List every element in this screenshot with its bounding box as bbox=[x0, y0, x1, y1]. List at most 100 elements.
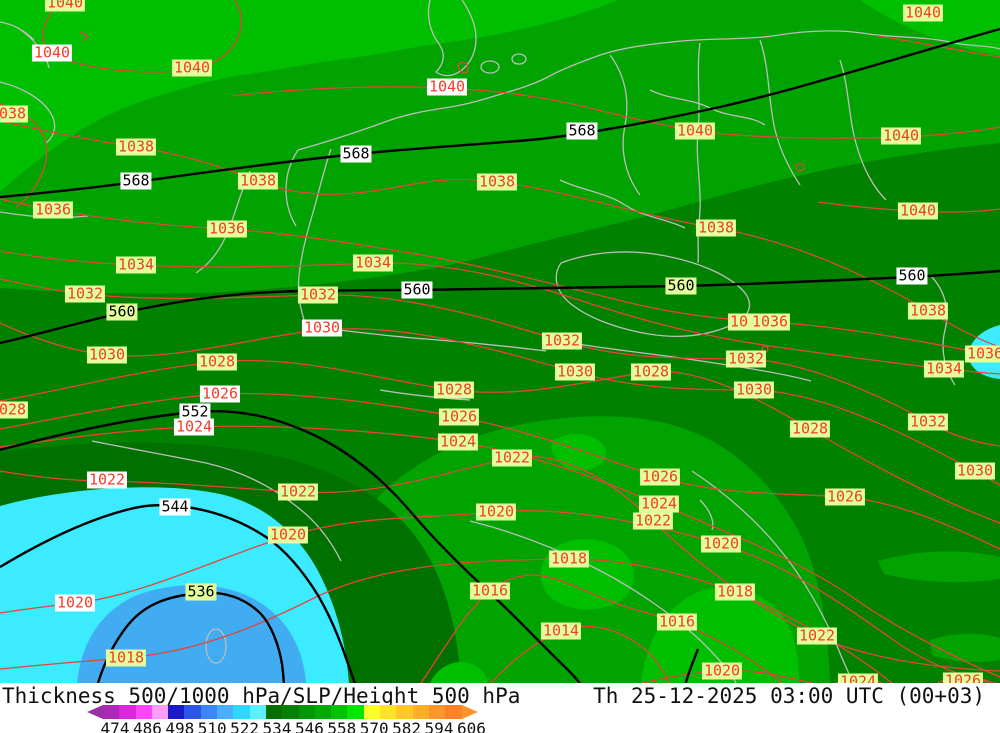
colorbar-segment-7 bbox=[217, 705, 233, 719]
contour-label-1018: 1018 bbox=[549, 551, 589, 568]
colorbar-segment-1 bbox=[119, 705, 135, 719]
contour-label-1032: 1032 bbox=[726, 351, 766, 368]
colorbar-segment-18 bbox=[396, 705, 412, 719]
colorbar-tick-606: 606 bbox=[457, 719, 486, 733]
contour-label-1034: 1034 bbox=[116, 257, 156, 274]
colorbar-tick-474: 474 bbox=[101, 719, 130, 733]
contour-label-1030: 1030 bbox=[955, 463, 995, 480]
contour-label-1022: 1022 bbox=[797, 628, 837, 645]
contour-label-1040: 1040 bbox=[32, 45, 72, 62]
colorbar-segment-4 bbox=[168, 705, 184, 719]
contour-label-1018: 1018 bbox=[106, 650, 146, 667]
contour-label-1034: 1034 bbox=[353, 255, 393, 272]
contour-label-1038: 1038 bbox=[0, 106, 28, 123]
colorbar-segment-2 bbox=[136, 705, 152, 719]
contour-label-536: 536 bbox=[185, 584, 216, 601]
contour-label-1028: 1028 bbox=[631, 364, 671, 381]
thickness-colorbar bbox=[87, 705, 478, 719]
contour-label-1030: 1030 bbox=[87, 347, 127, 364]
colorbar-tick-534: 534 bbox=[263, 719, 292, 733]
contour-label-1022: 1022 bbox=[492, 450, 532, 467]
contour-label-1028: 1028 bbox=[197, 354, 237, 371]
contour-label-1024: 1024 bbox=[838, 674, 878, 684]
colorbar-tick-510: 510 bbox=[198, 719, 227, 733]
contour-label-568: 568 bbox=[340, 146, 371, 163]
contour-label-560: 560 bbox=[896, 268, 927, 285]
contour-label-1022: 1022 bbox=[87, 472, 127, 489]
contour-label-1038: 1038 bbox=[477, 174, 517, 191]
contour-label-1026: 1026 bbox=[439, 409, 479, 426]
contour-label-1028: 1028 bbox=[434, 382, 474, 399]
colorbar-segment-11 bbox=[282, 705, 298, 719]
contour-label-1020: 1020 bbox=[702, 663, 742, 680]
colorbar-tick-558: 558 bbox=[327, 719, 356, 733]
colorbar-segment-12 bbox=[299, 705, 315, 719]
colorbar-segment-8 bbox=[233, 705, 249, 719]
contour-label-1038: 1038 bbox=[238, 173, 278, 190]
chart-datetime: Th 25-12-2025 03:00 UTC (00+03) bbox=[593, 684, 985, 708]
contour-label-1040: 1040 bbox=[903, 5, 943, 22]
contour-label-1018: 1018 bbox=[715, 584, 755, 601]
contour-label-1038: 1038 bbox=[908, 303, 948, 320]
contour-label-1028: 1028 bbox=[790, 421, 830, 438]
colorbar-segment-13 bbox=[315, 705, 331, 719]
colorbar-segment-21 bbox=[445, 705, 461, 719]
contour-label-1032: 1032 bbox=[65, 286, 105, 303]
contour-label-1038: 1038 bbox=[696, 220, 736, 237]
colorbar-segment-15 bbox=[347, 705, 363, 719]
contour-label-1040: 1040 bbox=[898, 203, 938, 220]
contour-label-1036: 1036 bbox=[750, 314, 790, 331]
contour-label-1040: 1040 bbox=[675, 123, 715, 140]
contour-label-552: 552 bbox=[179, 404, 210, 421]
colorbar-segment-16 bbox=[364, 705, 380, 719]
colorbar-segment-10 bbox=[266, 705, 282, 719]
contour-label-1020: 1020 bbox=[476, 504, 516, 521]
contour-label-568: 568 bbox=[566, 123, 597, 140]
contour-label-1030: 1030 bbox=[734, 382, 774, 399]
colorbar-tick-486: 486 bbox=[133, 719, 162, 733]
contour-label-1020: 1020 bbox=[55, 595, 95, 612]
contour-label-1026: 1026 bbox=[825, 489, 865, 506]
contour-label-560: 560 bbox=[401, 282, 432, 299]
contour-label-1022: 1022 bbox=[633, 513, 673, 530]
contour-label-1032: 1032 bbox=[542, 333, 582, 350]
contour-label-1040: 1040 bbox=[172, 60, 212, 77]
contour-label-1024: 1024 bbox=[174, 419, 214, 436]
contour-label-544: 544 bbox=[159, 499, 190, 516]
contour-label-1014: 1014 bbox=[541, 623, 581, 640]
colorbar-segment-3 bbox=[152, 705, 168, 719]
contour-label-1036: 1036 bbox=[965, 346, 1000, 363]
contour-label-1028: 1028 bbox=[0, 402, 28, 419]
contour-label-1020: 1020 bbox=[701, 536, 741, 553]
colorbar-segment-20 bbox=[429, 705, 445, 719]
weather-chart-page: 1040 1040 1040 1038 1038 1036 1038 1036 1040 1040… bbox=[0, 0, 1000, 733]
contour-label-560: 560 bbox=[665, 278, 696, 295]
contour-label-1036: 1036 bbox=[33, 202, 73, 219]
contour-label-1022: 1022 bbox=[278, 484, 318, 501]
colorbar-segment-6 bbox=[201, 705, 217, 719]
contour-label-1024: 1024 bbox=[639, 496, 679, 513]
colorbar-tick-498: 498 bbox=[165, 719, 194, 733]
contour-label-1034: 1034 bbox=[924, 361, 964, 378]
colorbar-segment-0 bbox=[103, 705, 119, 719]
colorbar-tick-594: 594 bbox=[425, 719, 454, 733]
footer: Thickness 500/1000 hPa/SLP/Height 500 hP… bbox=[0, 683, 1000, 733]
contour-label-1026: 1026 bbox=[200, 386, 240, 403]
weather-map: 1040 1040 1040 1038 1038 1036 1038 1036 1040 1040… bbox=[0, 0, 1000, 683]
contour-label-560: 560 bbox=[106, 304, 137, 321]
contour-label-10: 10 bbox=[728, 314, 750, 331]
contour-labels-layer: 1040 1040 1040 1038 1038 1036 1038 1036 1040 1040… bbox=[0, 0, 1000, 683]
contour-label-1036: 1036 bbox=[207, 221, 247, 238]
colorbar-tick-546: 546 bbox=[295, 719, 324, 733]
contour-label-1030: 1030 bbox=[302, 320, 342, 337]
contour-label-1026: 1026 bbox=[943, 673, 983, 684]
colorbar-segment-17 bbox=[380, 705, 396, 719]
contour-label-1024: 1024 bbox=[438, 434, 478, 451]
contour-label-1030: 1030 bbox=[555, 364, 595, 381]
colorbar-left-arrow bbox=[87, 705, 103, 719]
colorbar-segment-5 bbox=[184, 705, 200, 719]
colorbar-segment-9 bbox=[250, 705, 266, 719]
colorbar-tick-582: 582 bbox=[392, 719, 421, 733]
contour-label-1040: 1040 bbox=[427, 79, 467, 96]
contour-label-1032: 1032 bbox=[908, 414, 948, 431]
